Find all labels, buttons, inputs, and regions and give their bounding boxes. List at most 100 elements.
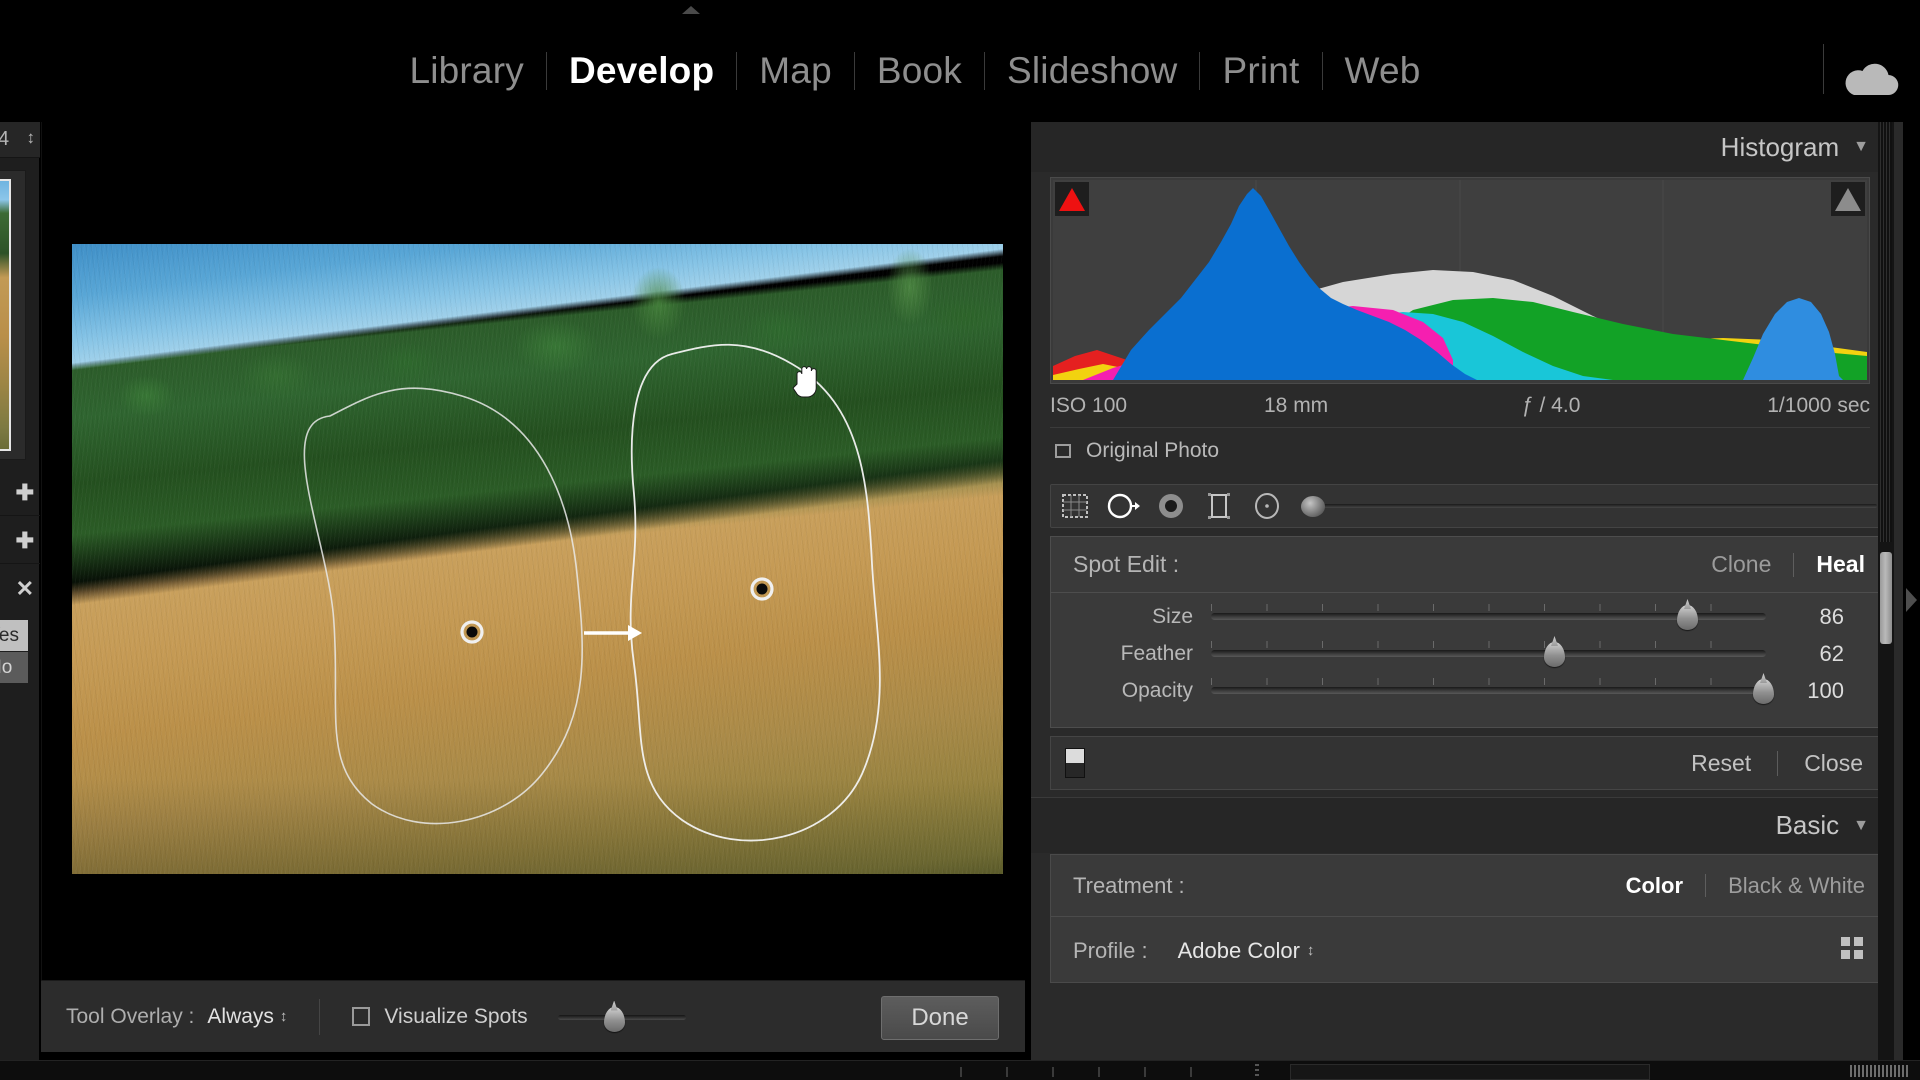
basic-panel-header[interactable]: Basic ▼	[1031, 797, 1889, 853]
photo-exif-metadata: ISO 100 18 mm ƒ / 4.0 1/1000 sec	[1050, 387, 1870, 425]
visualize-spots-checkbox[interactable]	[352, 1007, 371, 1026]
add-row[interactable]: ✚	[0, 518, 40, 564]
close-row[interactable]: ✕	[0, 566, 40, 612]
updown-stepper-icon[interactable]: ↕	[280, 1008, 288, 1025]
panel-toggle-switch-icon[interactable]	[1065, 748, 1085, 778]
size-slider-row: Size 86	[1051, 599, 1887, 635]
spot-edit-header: Spot Edit : Clone Heal	[1051, 537, 1887, 593]
histogram-chart[interactable]	[1050, 177, 1870, 384]
original-photo-row[interactable]: Original Photo	[1050, 427, 1870, 473]
module-slideshow[interactable]: Slideshow	[985, 46, 1199, 96]
profile-value[interactable]: Adobe Color	[1178, 938, 1300, 964]
tool-overlay-label: Tool Overlay :	[66, 1004, 195, 1028]
opacity-slider-value[interactable]: 100	[1766, 678, 1866, 704]
spot-target-pin-right	[750, 577, 774, 601]
done-button[interactable]: Done	[881, 996, 999, 1040]
module-print[interactable]: Print	[1200, 46, 1321, 96]
brush-tool-knob[interactable]	[1301, 496, 1325, 517]
module-develop[interactable]: Develop	[547, 46, 736, 96]
module-web[interactable]: Web	[1323, 46, 1443, 96]
spot-source-pin-left	[460, 620, 484, 644]
filmstrip-drag-handle[interactable]	[1255, 1064, 1259, 1078]
module-library[interactable]: Library	[387, 46, 546, 96]
add-icon[interactable]: ✚	[16, 528, 34, 554]
opacity-slider-knob[interactable]	[1753, 679, 1774, 704]
size-slider-value[interactable]: 86	[1766, 604, 1866, 630]
histogram-panel-header[interactable]: Histogram ▼	[1031, 122, 1889, 172]
graduated-filter-tool[interactable]	[1195, 484, 1243, 528]
filmstrip-bar[interactable]	[0, 1060, 1920, 1080]
cloud-sync-icon[interactable]	[1840, 62, 1902, 98]
filmstrip-grip-icon	[1850, 1065, 1910, 1077]
caret-down-icon[interactable]: ▼	[1853, 138, 1869, 156]
navigator-thumbnail[interactable]	[0, 179, 11, 451]
filmstrip-filter-field[interactable]	[1290, 1064, 1650, 1080]
add-preset-dropdown-icon[interactable]: ✚	[16, 480, 34, 506]
spot-removal-tool[interactable]	[1099, 484, 1147, 528]
module-map[interactable]: Map	[737, 46, 854, 96]
size-slider-label: Size	[1152, 605, 1193, 628]
scrollbar-thumb[interactable]	[1880, 552, 1892, 644]
feather-slider[interactable]	[1211, 636, 1766, 672]
add-preset-dropdown-row[interactable]: ✚	[0, 470, 40, 516]
feather-slider-value[interactable]: 62	[1766, 641, 1866, 667]
right-panel: Histogram ▼ ISO 100 18 mm ƒ / 4.0 1/1000…	[1031, 122, 1903, 1060]
panel-expand-arrow-icon[interactable]	[1906, 588, 1917, 612]
highlight-clipping-warning-icon[interactable]	[1831, 182, 1865, 216]
profile-label: Profile :	[1073, 937, 1148, 963]
divider	[319, 998, 321, 1035]
option-yes[interactable]: Yes	[0, 620, 28, 651]
develop-toolbar: Tool Overlay : Always ↕ Visualize Spots …	[41, 980, 1025, 1052]
size-slider-knob[interactable]	[1677, 605, 1698, 630]
exif-focal-length: 18 mm	[1264, 394, 1329, 417]
feather-slider-label: Feather	[1120, 642, 1193, 665]
spot-edit-mode-clone[interactable]: Clone	[1711, 551, 1771, 578]
caret-down-icon[interactable]: ▼	[1853, 817, 1869, 835]
feather-slider-knob[interactable]	[1544, 642, 1565, 667]
opacity-slider[interactable]	[1211, 673, 1774, 709]
treatment-black-and-white-option[interactable]: Black & White	[1728, 873, 1865, 899]
exif-aperture: ƒ / 4.0	[1522, 394, 1581, 417]
histogram-svg	[1053, 180, 1867, 380]
adjustment-brush-tool[interactable]	[1291, 484, 1877, 528]
red-eye-correction-tool[interactable]	[1147, 484, 1195, 528]
close-icon[interactable]: ✕	[16, 576, 34, 602]
visualize-spots-slider[interactable]	[557, 1006, 686, 1032]
exif-iso: ISO 100	[1050, 394, 1128, 417]
crop-overlay-tool[interactable]	[1051, 484, 1099, 528]
spot-target-outline	[629, 343, 881, 842]
spot-edit-reset-button[interactable]: Reset	[1691, 750, 1751, 777]
treatment-color-option[interactable]: Color	[1626, 873, 1683, 899]
updown-stepper-icon[interactable]: ↕	[27, 128, 36, 148]
updown-stepper-icon[interactable]: ↕	[1307, 942, 1315, 959]
shadow-clipping-warning-icon[interactable]	[1055, 182, 1089, 216]
divider	[1823, 44, 1824, 94]
spot-edit-close-button[interactable]: Close	[1804, 750, 1863, 777]
caret-up-icon[interactable]	[682, 6, 700, 14]
spot-edit-footer: Reset Close	[1050, 736, 1888, 790]
option-no[interactable]: No	[0, 652, 28, 683]
navigator-thumbnail-box[interactable]	[0, 170, 26, 460]
slider-knob[interactable]	[603, 1006, 625, 1032]
photo-count-label: 4	[0, 128, 10, 150]
module-book[interactable]: Book	[855, 46, 984, 96]
module-picker-bar: Library Develop Map Book Slideshow Print…	[0, 0, 1920, 122]
treatment-label: Treatment :	[1073, 872, 1185, 898]
spot-edit-mode-heal[interactable]: Heal	[1816, 551, 1865, 578]
image-stage	[41, 122, 1025, 980]
scrollbar-groove	[1880, 122, 1892, 542]
develop-photo-preview[interactable]	[72, 244, 1003, 874]
tool-overlay-value[interactable]: Always	[207, 1005, 274, 1029]
right-panel-scrollbar[interactable]	[1878, 122, 1894, 1060]
divider	[1777, 750, 1779, 776]
slider-ticks	[1211, 641, 1766, 648]
radial-filter-tool[interactable]	[1243, 484, 1291, 528]
size-slider[interactable]	[1211, 599, 1766, 635]
develop-tool-strip	[1050, 484, 1888, 528]
filmstrip-rating-ticks	[960, 1067, 1230, 1077]
profile-grid-browser-icon[interactable]	[1839, 935, 1865, 966]
exif-shutter-speed: 1/1000 sec	[1767, 394, 1870, 417]
original-photo-checkbox[interactable]	[1055, 443, 1071, 458]
slider-track	[1211, 687, 1766, 694]
slider-track	[1317, 504, 1877, 508]
